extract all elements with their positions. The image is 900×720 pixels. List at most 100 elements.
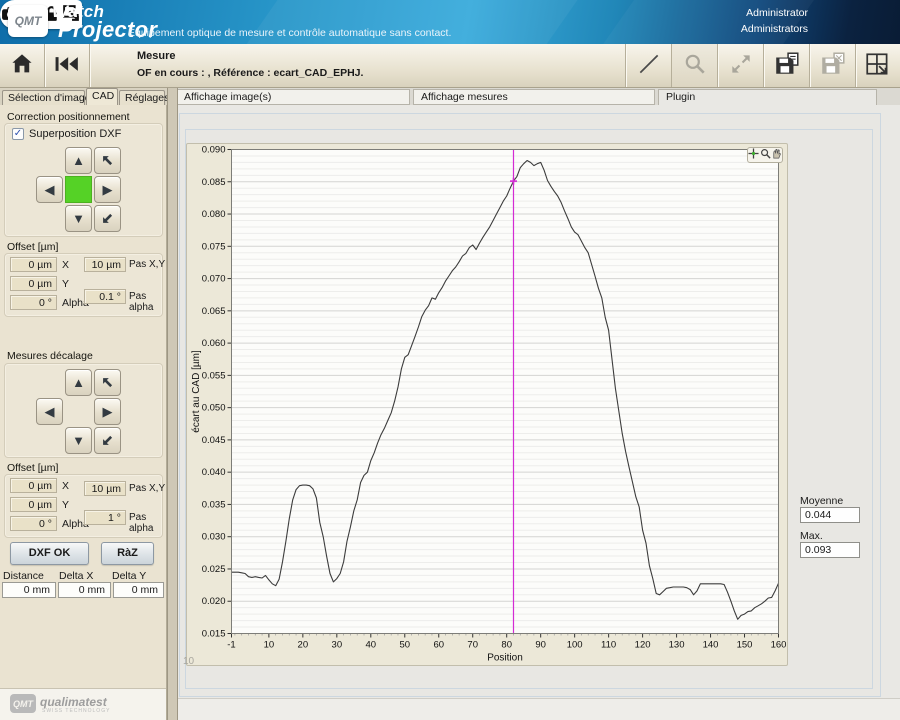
mesures-alpha-field[interactable]: 0 °: [10, 516, 57, 531]
measure-subtitle: OF en cours : , Référence : ecart_CAD_EP…: [137, 67, 363, 79]
tab-cad[interactable]: CAD: [86, 88, 118, 105]
line-tool-button[interactable]: [626, 44, 671, 87]
correction-title: Correction positionnement: [7, 111, 130, 123]
plugin-content: 0.0150.0200.0250.0300.0350.0400.0450.050…: [178, 105, 900, 720]
shift-up-button[interactable]: ▲: [65, 369, 92, 396]
user-name: Administrator: [741, 5, 808, 21]
measurement-chart: 0.0150.0200.0250.0300.0350.0400.0450.050…: [187, 144, 789, 667]
line-tool-icon: [636, 51, 662, 80]
layout-button[interactable]: [856, 44, 900, 87]
dxf-ok-button[interactable]: DXF OK: [10, 542, 89, 565]
pas-xy-field-2[interactable]: 10 µm: [84, 481, 126, 496]
mesures-y-label: Y: [62, 499, 69, 511]
move-arrows-icon: [728, 51, 754, 80]
shift-left-button[interactable]: ◀: [36, 398, 63, 425]
svg-text:écart au CAD [µm]: écart au CAD [µm]: [191, 350, 202, 433]
cursor-tool-icon[interactable]: [748, 148, 759, 162]
tab-affichage-images[interactable]: Affichage image(s): [176, 89, 410, 105]
qmt-logo-text: QMT: [15, 14, 42, 28]
move-button[interactable]: [718, 44, 763, 87]
measure-title: Mesure: [137, 50, 176, 62]
svg-text:0.035: 0.035: [202, 499, 226, 510]
svg-text:0.015: 0.015: [202, 629, 226, 640]
scroll-index-label: 10: [183, 656, 194, 667]
panel-splitter[interactable]: [167, 88, 178, 720]
svg-text:-1: -1: [227, 640, 235, 651]
qualimatest-sub: SWISS TECHNOLOGY: [42, 708, 110, 714]
pas-alpha-field-1[interactable]: 0.1 °: [84, 289, 126, 304]
zoom-tool-icon[interactable]: [760, 148, 771, 162]
user-group: Administrators: [741, 21, 808, 37]
layout-grid-icon: [864, 50, 892, 81]
delta-y-field[interactable]: 0 mm: [113, 582, 164, 598]
moyenne-field[interactable]: 0.044: [800, 507, 860, 523]
app-header: QMT Watch Projector Equipement optique d…: [0, 0, 900, 44]
shift-rotate-cw-button[interactable]: [94, 427, 121, 454]
offset-title-2: Offset [µm]: [7, 462, 58, 474]
nudge-up-button[interactable]: ▲: [65, 147, 92, 174]
rotate-ccw-button[interactable]: [94, 147, 121, 174]
distance-label: Distance: [3, 570, 44, 582]
chart-panel: 0.0150.0200.0250.0300.0350.0400.0450.050…: [186, 143, 788, 666]
svg-text:0.050: 0.050: [202, 403, 226, 414]
tab-reglages[interactable]: Réglages: [119, 90, 165, 105]
home-icon: [10, 52, 34, 79]
shift-rotate-ccw-button[interactable]: [94, 369, 121, 396]
svg-text:130: 130: [669, 640, 685, 651]
moyenne-label: Moyenne: [800, 495, 843, 507]
tab-label: Plugin: [666, 91, 695, 103]
pan-tool-icon[interactable]: [771, 148, 782, 162]
svg-text:0.045: 0.045: [202, 435, 226, 446]
save-image-button[interactable]: [810, 44, 855, 87]
pas-alpha-label: Pas alpha: [129, 291, 166, 313]
pas-xy-label-2: Pas X,Y: [129, 483, 165, 494]
search-button[interactable]: [672, 44, 717, 87]
tab-label: Sélection d'image: [8, 92, 91, 104]
rotate-cw-button[interactable]: [94, 205, 121, 232]
graph-palette: [747, 147, 783, 163]
raz-button[interactable]: RàZ: [101, 542, 154, 565]
offset-y-field[interactable]: 0 µm: [10, 276, 57, 291]
svg-text:0.040: 0.040: [202, 467, 226, 478]
tab-plugin[interactable]: Plugin: [658, 89, 877, 106]
app-tagline: Equipement optique de mesure et contrôle…: [128, 27, 451, 39]
shift-down-button[interactable]: ▼: [65, 427, 92, 454]
svg-text:40: 40: [366, 640, 377, 651]
checkbox-check-icon: ✓: [12, 128, 24, 140]
tab-selection-image[interactable]: Sélection d'image: [2, 90, 85, 105]
search-icon: [683, 52, 707, 79]
svg-text:0.055: 0.055: [202, 370, 226, 381]
svg-text:0.085: 0.085: [202, 177, 226, 188]
main-tabstrip: Affichage image(s) Affichage mesures Plu…: [167, 88, 900, 105]
nudge-down-button[interactable]: ▼: [65, 205, 92, 232]
pas-xy-field-1[interactable]: 10 µm: [84, 257, 126, 272]
pas-alpha-field-2[interactable]: 1 °: [84, 510, 126, 525]
delta-x-label: Delta X: [59, 570, 93, 582]
svg-text:110: 110: [601, 640, 616, 651]
home-button[interactable]: [0, 44, 44, 87]
main-footer-strip: [178, 698, 900, 720]
distance-field[interactable]: 0 mm: [2, 582, 56, 598]
svg-text:90: 90: [535, 640, 546, 651]
pas-xy-label: Pas X,Y: [129, 259, 165, 270]
offset-x-field[interactable]: 0 µm: [10, 257, 57, 272]
max-field[interactable]: 0.093: [800, 542, 860, 558]
delta-x-field[interactable]: 0 mm: [58, 582, 111, 598]
shift-right-button[interactable]: ▶: [94, 398, 121, 425]
nudge-left-button[interactable]: ◀: [36, 176, 63, 203]
offset-y-label: Y: [62, 278, 69, 290]
mesures-y-field[interactable]: 0 µm: [10, 497, 57, 512]
tab-affichage-mesures[interactable]: Affichage mesures: [413, 89, 655, 105]
offset-alpha-field[interactable]: 0 °: [10, 295, 57, 310]
qmt-logo: QMT: [8, 5, 48, 37]
svg-text:10: 10: [264, 640, 275, 651]
superposition-dxf-checkbox[interactable]: ✓ Superposition DXF: [12, 128, 121, 140]
save-report-button[interactable]: [764, 44, 809, 87]
svg-text:120: 120: [635, 640, 651, 651]
svg-text:0.030: 0.030: [202, 532, 226, 543]
nudge-right-button[interactable]: ▶: [94, 176, 121, 203]
skip-to-start-button[interactable]: [45, 44, 89, 87]
footer-logo-area: QMT qualimatest SWISS TECHNOLOGY: [0, 688, 166, 720]
delta-y-label: Delta Y: [112, 570, 146, 582]
mesures-x-field[interactable]: 0 µm: [10, 478, 57, 493]
